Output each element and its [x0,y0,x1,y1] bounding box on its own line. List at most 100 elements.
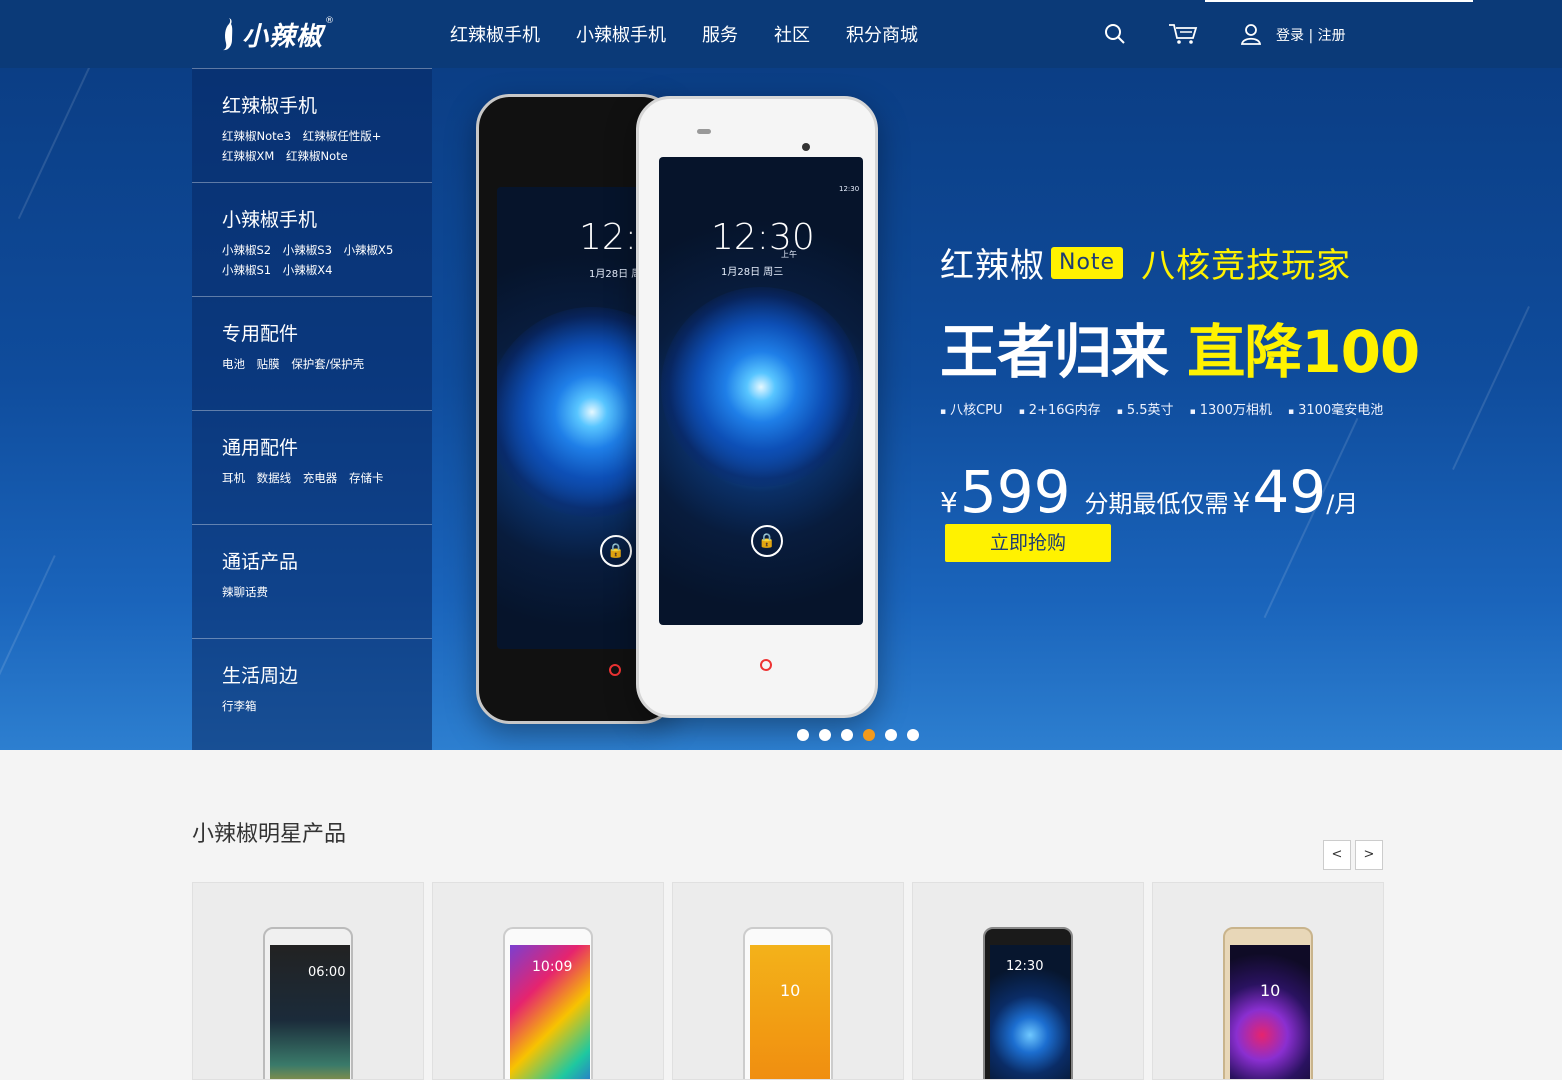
background-streak [1452,306,1530,470]
nav-red-pepper-phones[interactable]: 红辣椒手机 [450,21,540,47]
category-link[interactable]: 电池 [222,357,245,371]
carousel-dot-5[interactable] [885,729,897,741]
hero-promo: 红辣椒 Note 八核竞技玩家 王者归来 直降100 八核CPU 2+16G内存… [940,238,1420,526]
category-link[interactable]: 红辣椒Note [286,149,348,163]
white-phone: 12:30 上午 1月28日 周三 12:30 🔒 [636,96,878,718]
currency-symbol: ¥ [940,486,958,519]
category-dedicated-accessories[interactable]: 专用配件 电池 贴膜 保护套/保护壳 [192,296,432,410]
headline-yellow: 直降100 [1187,318,1420,386]
category-link[interactable]: 红辣椒XM [222,149,274,163]
home-button-icon [609,664,621,676]
login-divider: | [1304,28,1318,44]
search-icon[interactable] [1103,22,1127,46]
category-link[interactable]: 数据线 [257,471,292,485]
carousel-dot-6[interactable] [907,729,919,741]
category-links: 耳机 数据线 充电器 存储卡 [222,468,412,488]
top-header: 小辣椒 ® 红辣椒手机 小辣椒手机 服务 社区 积分商城 登录 | 注册 [0,0,1562,68]
category-link[interactable]: 小辣椒X5 [344,243,394,257]
product-card-1[interactable]: 06:00 [192,882,424,1080]
nav-service[interactable]: 服务 [702,21,738,47]
category-link[interactable]: 保护套/保护壳 [291,357,364,371]
phone-lock-time: 12:30 [711,217,815,258]
screen-time: 06:00 [308,965,346,980]
product-card-5[interactable]: 10 [1152,882,1384,1080]
phone-screen: 10 [1230,945,1310,1079]
category-title: 通用配件 [222,437,299,459]
product-card-4[interactable]: 12:30 [912,882,1144,1080]
category-link[interactable]: 行李箱 [222,699,257,713]
category-red-pepper-phones[interactable]: 红辣椒手机 红辣椒Note3 红辣椒任性版+ 红辣椒XM 红辣椒Note [192,68,432,182]
register-link[interactable]: 注册 [1318,28,1346,44]
main-nav: 红辣椒手机 小辣椒手机 服务 社区 积分商城 [450,0,954,68]
price-value: 599 [959,458,1071,526]
category-little-pepper-phones[interactable]: 小辣椒手机 小辣椒S2 小辣椒S3 小辣椒X5 小辣椒S1 小辣椒X4 [192,182,432,296]
phone-lock-date: 1月28日 周三 [721,267,784,278]
category-links: 辣聊话费 [222,582,412,602]
carousel-dot-2[interactable] [819,729,831,741]
category-link[interactable]: 存储卡 [349,471,384,485]
product-phone-image: 12:30 [983,927,1073,1079]
screen-time: 10:09 [532,959,573,975]
monthly-value: 49 [1252,458,1327,526]
headline-white: 王者归来 [940,318,1169,386]
buy-now-button[interactable]: 立即抢购 [945,524,1111,562]
background-streak [17,68,105,220]
registered-mark: ® [325,16,335,26]
product-card-2[interactable]: 10:09 [432,882,664,1080]
category-general-accessories[interactable]: 通用配件 耳机 数据线 充电器 存储卡 [192,410,432,524]
nav-community[interactable]: 社区 [774,21,810,47]
lock-icon: 🔒 [600,535,632,567]
nav-little-pepper-phones[interactable]: 小辣椒手机 [576,21,666,47]
category-links: 行李箱 [222,696,412,716]
product-card-3[interactable]: 10 [672,882,904,1080]
carousel-dot-4[interactable] [863,729,875,741]
category-link[interactable]: 小辣椒S1 [222,263,271,277]
spec-list: 八核CPU 2+16G内存 5.5英寸 1300万相机 3100毫安电池 [940,399,1420,418]
logo-text: 小辣椒 [242,21,324,52]
front-camera [802,143,810,151]
lock-icon: 🔒 [751,525,783,557]
login-register: 登录 | 注册 [1276,25,1346,45]
category-call-products[interactable]: 通话产品 辣聊话费 [192,524,432,638]
site-logo[interactable]: 小辣椒 ® [222,12,334,56]
promo-line-1: 红辣椒 Note 八核竞技玩家 [940,238,1420,287]
category-lifestyle[interactable]: 生活周边 行李箱 [192,638,432,750]
tagline: 八核竞技玩家 [1141,246,1352,286]
spec-item: 2+16G内存 [1019,403,1101,418]
spec-item: 3100毫安电池 [1288,403,1383,418]
category-link[interactable]: 小辣椒X4 [283,263,333,277]
user-icon[interactable] [1239,22,1263,46]
per-month-label: /月 [1326,490,1359,518]
spec-item: 5.5英寸 [1117,403,1174,418]
prev-arrow-button[interactable]: < [1323,840,1351,870]
category-link[interactable]: 贴膜 [257,357,280,371]
login-link[interactable]: 登录 [1276,28,1304,44]
category-link[interactable]: 小辣椒S2 [222,243,271,257]
earpiece [697,129,711,134]
category-link[interactable]: 红辣椒Note3 [222,129,291,143]
cart-icon[interactable] [1168,22,1198,46]
nav-points-mall[interactable]: 积分商城 [846,21,918,47]
product-phone-image: 10 [743,927,833,1079]
carousel-dot-1[interactable] [797,729,809,741]
next-arrow-button[interactable]: > [1355,840,1383,870]
category-link[interactable]: 辣聊话费 [222,585,268,599]
category-link[interactable]: 充电器 [303,471,338,485]
category-title: 生活周边 [222,665,299,687]
category-link[interactable]: 小辣椒S3 [283,243,332,257]
category-sidebar: 红辣椒手机 红辣椒Note3 红辣椒任性版+ 红辣椒XM 红辣椒Note 小辣椒… [192,68,432,750]
phone-screen: 12:30 上午 1月28日 周三 12:30 🔒 [659,157,863,625]
phone-screen: 12:30 [990,945,1070,1079]
hero-banner[interactable]: 红辣椒手机 红辣椒Note3 红辣椒任性版+ 红辣椒XM 红辣椒Note 小辣椒… [0,68,1562,750]
carousel-dot-3[interactable] [841,729,853,741]
category-link[interactable]: 红辣椒任性版+ [303,129,382,143]
phone-screen: 06:00 [270,945,350,1079]
flower-wallpaper [661,287,861,487]
product-phone-image: 06:00 [263,927,353,1079]
currency-symbol: ¥ [1232,486,1251,519]
screen-time: 10 [1260,981,1281,1000]
phone-status-time: 12:30 [839,185,860,193]
category-links: 电池 贴膜 保护套/保护壳 [222,354,412,374]
model-tag: Note [1051,246,1124,279]
category-link[interactable]: 耳机 [222,471,245,485]
